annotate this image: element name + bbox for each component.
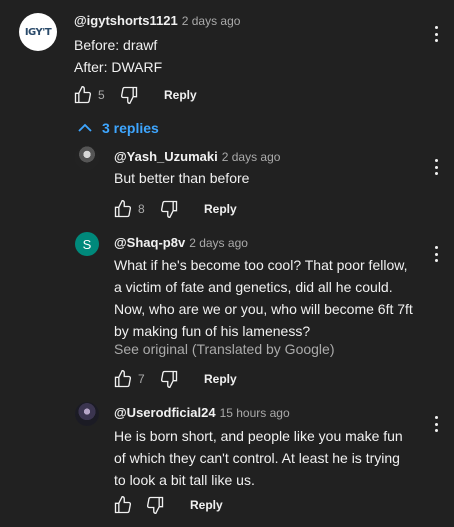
reply-line: Now, who are we or you, who will become … — [114, 301, 413, 317]
avatar[interactable] — [75, 146, 99, 170]
like-count: 5 — [98, 88, 105, 102]
reply-button[interactable]: Reply — [190, 498, 223, 512]
timestamp[interactable]: 15 hours ago — [220, 406, 290, 420]
comment-line: After: DWARF — [74, 59, 163, 75]
thumbs-down-icon — [160, 370, 178, 389]
dislike-button[interactable] — [159, 369, 179, 389]
like-button[interactable] — [113, 199, 133, 219]
more-options-icon[interactable] — [431, 414, 441, 434]
reply-line: He is born short, and people like you ma… — [114, 428, 403, 444]
replies-count-label: 3 replies — [102, 120, 159, 136]
thumbs-up-icon — [74, 85, 92, 104]
replies-toggle[interactable]: 3 replies — [78, 120, 159, 136]
timestamp[interactable]: 2 days ago — [222, 150, 281, 164]
thumbs-up-icon — [114, 369, 132, 388]
thumbs-down-icon — [160, 200, 178, 219]
thumbs-up-icon — [114, 199, 132, 218]
see-original-link[interactable]: See original (Translated by Google) — [114, 341, 335, 357]
more-options-icon[interactable] — [431, 244, 441, 264]
thumbs-down-icon — [146, 496, 164, 515]
avatar[interactable] — [75, 402, 99, 426]
like-button[interactable] — [113, 495, 133, 515]
like-button[interactable] — [113, 369, 133, 389]
comment-body: Before: drawf After: DWARF — [74, 34, 162, 78]
reply-header: @Yash_Uzumaki 2 days ago — [114, 149, 280, 164]
comment-header: @igytshorts1121 2 days ago — [74, 13, 240, 28]
reply-line: But better than before — [114, 170, 250, 186]
author-handle[interactable]: @Yash_Uzumaki — [114, 149, 218, 164]
reply-button[interactable]: Reply — [204, 202, 237, 216]
more-options-icon[interactable] — [431, 157, 441, 177]
reply-button[interactable]: Reply — [204, 372, 237, 386]
author-handle[interactable]: @Userodficial24 — [114, 405, 216, 420]
timestamp[interactable]: 2 days ago — [189, 236, 248, 250]
like-count: 8 — [138, 202, 145, 216]
avatar-letter: S — [82, 236, 92, 252]
reply-header: @Shaq-p8v 2 days ago — [114, 235, 248, 250]
reply-line: of which they can't control. At least he… — [114, 450, 400, 466]
reply-body: But better than before — [114, 167, 249, 189]
reply-header: @Userodficial24 15 hours ago — [114, 405, 290, 420]
avatar[interactable]: S — [75, 232, 99, 256]
dislike-button[interactable] — [119, 85, 139, 105]
chevron-up-icon — [78, 123, 92, 132]
like-button[interactable] — [73, 85, 93, 105]
comment-line: Before: drawf — [74, 37, 158, 53]
reply-line: What if he's become too cool? That poor … — [114, 257, 408, 273]
reply-button[interactable]: Reply — [164, 88, 197, 102]
reply-line: a victim of fate and genetics, did all h… — [114, 279, 393, 295]
thumbs-up-icon — [114, 495, 132, 514]
timestamp[interactable]: 2 days ago — [182, 14, 241, 28]
avatar-logo-text: IGY'T — [24, 26, 52, 38]
reply-line: to look a bit tall like us. — [114, 472, 255, 488]
dislike-button[interactable] — [159, 199, 179, 219]
reply-line: by making fun of his lameness? — [114, 323, 311, 339]
like-count: 7 — [138, 372, 145, 386]
thumbs-down-icon — [120, 86, 138, 105]
avatar[interactable]: IGY'T — [19, 13, 57, 51]
author-handle[interactable]: @Shaq-p8v — [114, 235, 185, 250]
author-handle[interactable]: @igytshorts1121 — [74, 13, 178, 28]
reply-body: He is born short, and people like you ma… — [114, 425, 403, 491]
reply-body: What if he's become too cool? That poor … — [114, 254, 413, 342]
dislike-button[interactable] — [145, 495, 165, 515]
more-options-icon[interactable] — [431, 24, 441, 44]
